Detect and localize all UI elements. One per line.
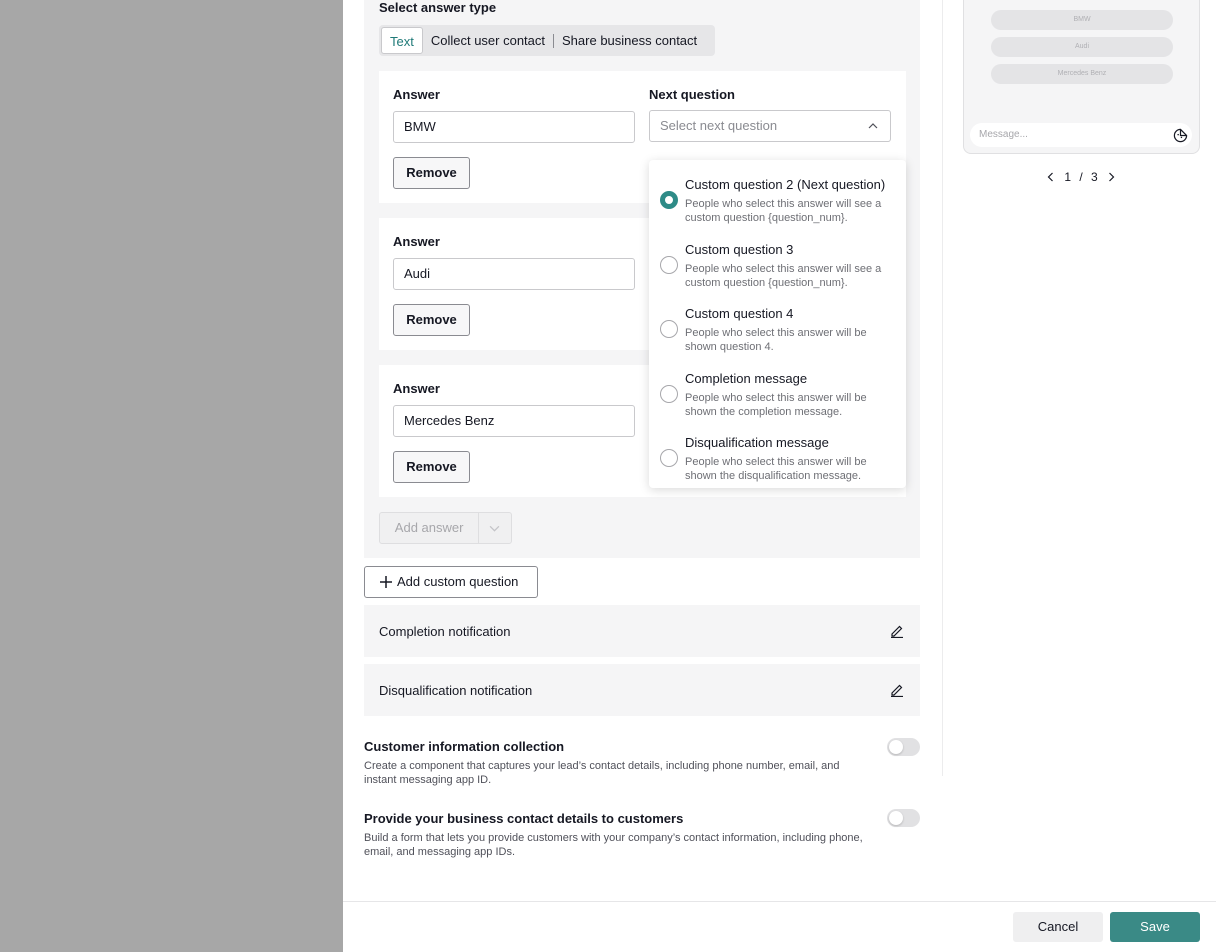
dropdown-option-custom-question-4[interactable]: Custom question 4 People who select this…: [649, 294, 906, 354]
radio-icon[interactable]: [660, 385, 678, 403]
chevron-left-icon[interactable]: [1046, 172, 1056, 182]
option-title: Disqualification message: [685, 435, 829, 450]
radio-icon[interactable]: [660, 256, 678, 274]
option-title: Custom question 3: [685, 242, 794, 257]
chevron-down-icon: [489, 525, 500, 532]
plus-icon: [380, 576, 392, 588]
dropdown-option-disqualification-message[interactable]: Disqualification message People who sele…: [649, 423, 906, 483]
option-title: Completion message: [685, 371, 808, 386]
chevron-right-icon[interactable]: [1106, 172, 1116, 182]
next-question-label: Next question: [649, 87, 735, 102]
answer-type-collect-user-contact[interactable]: Collect user contact: [423, 27, 553, 54]
preview-phone: BMW Audi Mercedes Benz Message...: [963, 0, 1200, 154]
radio-icon[interactable]: [660, 449, 678, 467]
answer-label: Answer: [393, 381, 440, 396]
business-contact-details-description: Build a form that lets you provide custo…: [364, 832, 863, 858]
answer-type-share-business-contact[interactable]: Share business contact: [554, 27, 705, 54]
pager-current: 1: [1064, 170, 1071, 184]
edit-icon[interactable]: [890, 624, 904, 638]
preview-message-input: Message...: [970, 123, 1192, 147]
modal-backdrop[interactable]: [0, 0, 343, 952]
footer-divider: [343, 901, 1216, 902]
disqualification-notification-row: Disqualification notification: [364, 664, 920, 716]
remove-answer-button[interactable]: Remove: [393, 451, 470, 483]
pager-total: 3: [1090, 170, 1098, 184]
answer-type-label: Select answer type: [379, 0, 497, 15]
option-description: People who select this answer will be sh…: [685, 456, 867, 482]
preview-answer-chip: Mercedes Benz: [991, 64, 1173, 84]
preview-pager: 1 / 3: [1046, 168, 1116, 186]
panel-divider: [942, 0, 943, 776]
notification-title: Disqualification notification: [379, 683, 533, 698]
add-answer-button[interactable]: Add answer: [379, 512, 512, 544]
customer-info-collection-description: Create a component that captures your le…: [364, 760, 840, 786]
answer-label: Answer: [393, 234, 440, 249]
option-title: Custom question 4: [685, 306, 794, 321]
next-question-placeholder: Select next question: [660, 118, 778, 133]
business-contact-details-title: Provide your business contact details to…: [364, 811, 684, 826]
option-title: Custom question 2 (Next question): [685, 177, 886, 192]
dropdown-option-custom-question-3[interactable]: Custom question 3 People who select this…: [649, 230, 906, 290]
preview-answer-chip: Audi: [991, 37, 1173, 57]
cancel-button[interactable]: Cancel: [1013, 912, 1103, 942]
answer-type-text[interactable]: Text: [381, 27, 423, 54]
edit-icon[interactable]: [890, 683, 904, 697]
next-question-select[interactable]: Select next question: [649, 110, 891, 142]
dropdown-option-completion-message[interactable]: Completion message People who select thi…: [649, 359, 906, 419]
completion-notification-row: Completion notification: [364, 605, 920, 657]
customer-info-collection-title: Customer information collection: [364, 739, 565, 754]
sticker-icon: [1173, 128, 1188, 143]
option-description: People who select this answer will be sh…: [685, 327, 867, 353]
save-button[interactable]: Save: [1110, 912, 1200, 942]
answer-type-segmented-control: Text Collect user contact Share business…: [379, 25, 715, 56]
answer-input[interactable]: BMW: [393, 111, 635, 143]
remove-answer-button[interactable]: Remove: [393, 304, 470, 336]
notification-title: Completion notification: [379, 624, 511, 639]
add-answer-menu-button[interactable]: [479, 513, 511, 543]
add-answer-label[interactable]: Add answer: [380, 513, 480, 543]
chevron-up-icon: [868, 123, 878, 129]
option-description: People who select this answer will see a…: [685, 263, 882, 289]
radio-icon[interactable]: [660, 320, 678, 338]
dropdown-option-custom-question-2[interactable]: Custom question 2 (Next question) People…: [649, 165, 906, 225]
answer-input[interactable]: Mercedes Benz: [393, 405, 635, 437]
option-description: People who select this answer will be sh…: [685, 392, 867, 418]
radio-icon[interactable]: [660, 191, 678, 209]
add-custom-question-button[interactable]: Add custom question: [364, 566, 538, 598]
answer-label: Answer: [393, 87, 440, 102]
preview-message-placeholder: Message...: [979, 129, 1028, 140]
answer-input[interactable]: Audi: [393, 258, 635, 290]
option-description: People who select this answer will see a…: [685, 198, 882, 224]
business-contact-details-toggle[interactable]: [887, 809, 920, 827]
pager-separator: /: [1079, 170, 1083, 184]
remove-answer-button[interactable]: Remove: [393, 157, 470, 189]
preview-answer-chip: BMW: [991, 10, 1173, 30]
customer-info-collection-toggle[interactable]: [887, 738, 920, 756]
add-custom-question-label: Add custom question: [397, 574, 519, 589]
next-question-dropdown: Custom question 2 (Next question) People…: [649, 160, 906, 488]
